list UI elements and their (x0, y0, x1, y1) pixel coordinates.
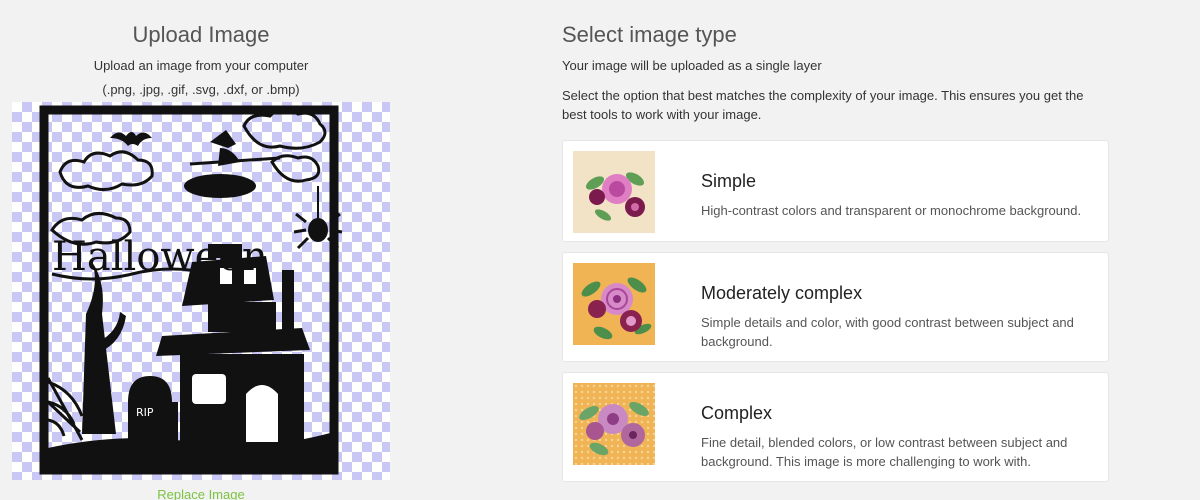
option-moderately-complex-description: Simple details and color, with good cont… (701, 315, 1074, 349)
upload-title: Upload Image (132, 22, 270, 47)
moderately-complex-thumbnail (573, 263, 655, 345)
image-type-subtitle: Your image will be uploaded as a single … (562, 58, 822, 73)
option-moderately-complex-name: Moderately complex (701, 283, 863, 303)
replace-image-link[interactable]: Replace Image (0, 487, 402, 500)
option-complex[interactable]: Complex Fine detail, blended colors, or … (562, 372, 1109, 482)
upload-subtitle: Upload an image from your computer (93, 58, 309, 73)
upload-formats: (.png, .jpg, .gif, .svg, .dxf, or .bmp) (102, 82, 300, 97)
option-complex-name: Complex (701, 403, 773, 423)
tombstone-text: RIP (136, 406, 154, 419)
option-complex-description: Fine detail, blended colors, or low cont… (701, 435, 1068, 469)
image-type-description: Select the option that best matches the … (562, 88, 1084, 122)
option-simple-name: Simple (701, 171, 757, 191)
halloween-papercut-image: Halloween RIP (39, 105, 343, 475)
upload-image-page: Upload Image Upload an image from your c… (0, 0, 1200, 500)
option-simple[interactable]: Simple High-contrast colors and transpar… (562, 140, 1109, 242)
image-type-title: Select image type (562, 22, 737, 47)
complex-thumbnail (573, 383, 655, 465)
image-preview: Halloween RIP (12, 102, 390, 480)
halloween-text: Halloween (52, 234, 268, 280)
option-moderately-complex[interactable]: Moderately complex Simple details and co… (562, 252, 1109, 362)
upload-panel: Upload Image Upload an image from your c… (0, 0, 402, 500)
image-type-panel: Select image type Your image will be upl… (562, 0, 1122, 500)
option-simple-description: High-contrast colors and transparent or … (701, 203, 1082, 218)
simple-thumbnail (573, 151, 655, 233)
